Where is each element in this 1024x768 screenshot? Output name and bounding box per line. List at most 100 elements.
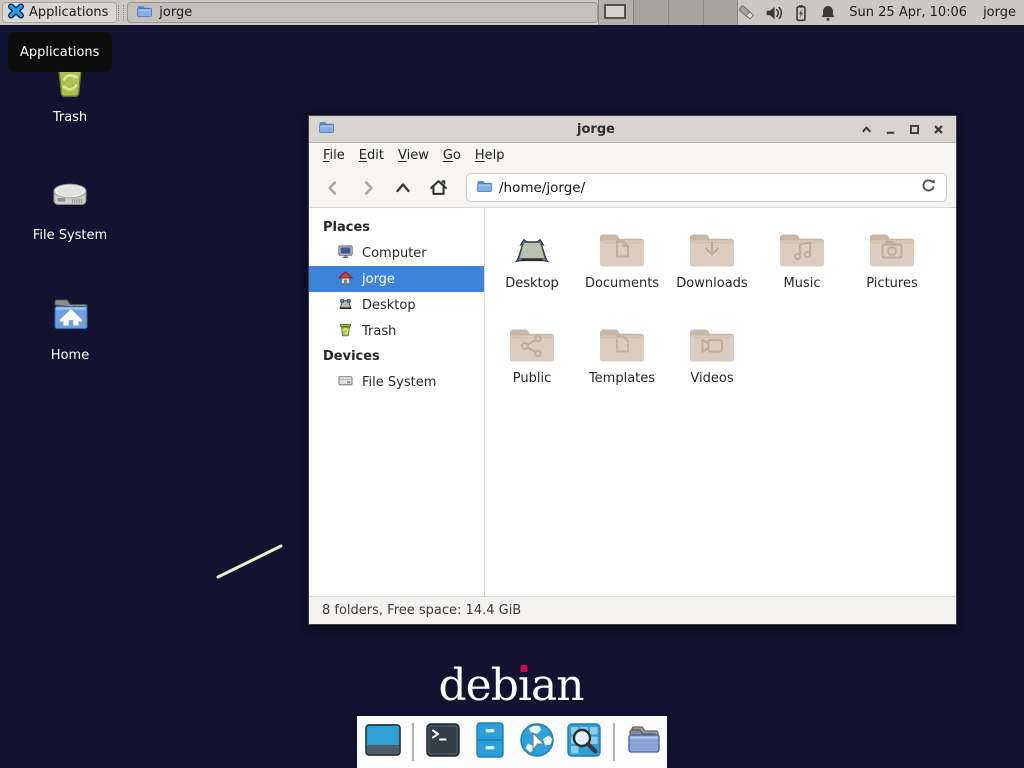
toolbar: /home/jorge/ — [309, 168, 956, 208]
sidebar-item-label: Trash — [362, 324, 396, 339]
template-icon — [598, 321, 646, 367]
home-red-icon — [337, 269, 354, 290]
folder-label: Music — [784, 276, 821, 291]
sidebar-item-file-system[interactable]: File System — [309, 369, 484, 395]
menu-edit[interactable]: Edit — [352, 145, 391, 166]
panel-username[interactable]: jorge — [983, 5, 1024, 20]
battery-icon[interactable] — [792, 4, 810, 22]
shade-button[interactable] — [858, 121, 875, 138]
menu-help[interactable]: Help — [468, 145, 512, 166]
folder-downloads[interactable]: Downloads — [667, 226, 757, 321]
workspace-3[interactable] — [668, 0, 703, 25]
panel-grip[interactable] — [118, 5, 124, 21]
share-icon — [508, 321, 556, 367]
window-body: Places Computer jorge Desktop Trash Devices Fi… — [309, 208, 956, 596]
folder-label: Templates — [589, 371, 655, 386]
folder-videos[interactable]: Videos — [667, 321, 757, 416]
dock-file-manager-button[interactable] — [470, 722, 510, 762]
dock-app-finder-button[interactable] — [564, 722, 604, 762]
window-title: jorge — [334, 122, 858, 137]
dock-show-desktop-button[interactable] — [363, 722, 403, 762]
workspace-4[interactable] — [703, 0, 738, 25]
chevron-right-button[interactable] — [353, 173, 383, 203]
desktop-icon-home[interactable]: Home — [22, 290, 118, 363]
workspace-window-preview — [604, 4, 626, 19]
sidebar-item-jorge[interactable]: jorge — [309, 266, 484, 292]
debian-wordmark: debıan — [0, 660, 1022, 711]
folder-pictures[interactable]: Pictures — [847, 226, 937, 321]
folder-label: Documents — [585, 276, 659, 291]
top-panel: Applications jorge Sun 25 Apr, 10:06 jor… — [0, 0, 1024, 25]
path-folder-icon — [476, 178, 492, 198]
path-text[interactable]: /home/jorge/ — [499, 180, 913, 196]
folder-music[interactable]: Music — [757, 226, 847, 321]
refresh-icon[interactable] — [920, 177, 937, 198]
system-tray — [738, 4, 849, 22]
applications-tooltip: Applications — [8, 32, 112, 72]
folder-desktop[interactable]: Desktop — [487, 226, 577, 321]
folder-documents[interactable]: Documents — [577, 226, 667, 321]
workspace-switcher[interactable] — [598, 0, 738, 25]
status-bar: 8 folders, Free space: 14.4 GiB — [309, 596, 956, 624]
desktop-icon-file-system[interactable]: File System — [22, 170, 118, 243]
dock-terminal-button[interactable] — [423, 722, 463, 762]
file-manager-icon — [470, 720, 510, 764]
camera-icon — [868, 226, 916, 272]
sidebar-item-label: jorge — [362, 272, 395, 287]
workspace-2[interactable] — [633, 0, 668, 25]
desktop-icon-label: Trash — [53, 110, 87, 125]
sidebar-header-devices: Devices — [309, 344, 484, 369]
dock-folder-stack-button[interactable] — [624, 722, 664, 762]
dock-web-browser-button[interactable] — [517, 722, 557, 762]
sidebar-item-desktop[interactable]: Desktop — [309, 292, 484, 318]
desktop-special-icon — [508, 226, 556, 272]
menu-file[interactable]: File — [316, 145, 352, 166]
computer-icon — [337, 243, 354, 264]
home-desktop-icon — [46, 290, 94, 342]
folder-label: Videos — [690, 371, 733, 386]
menu-go[interactable]: Go — [436, 145, 468, 166]
taskbar-window-label: jorge — [159, 5, 192, 20]
terminal-icon — [423, 720, 463, 764]
sidebar-item-trash[interactable]: Trash — [309, 318, 484, 344]
menu-bar: FileEditViewGoHelp — [309, 143, 956, 168]
web-browser-icon — [517, 720, 557, 764]
status-text: 8 folders, Free space: 14.4 GiB — [322, 603, 521, 618]
download-icon — [688, 226, 736, 272]
workspace-1[interactable] — [598, 0, 633, 25]
dock-separator — [613, 723, 615, 761]
stylus-tool-icon[interactable] — [738, 4, 756, 22]
trash-mini-icon — [337, 321, 354, 342]
folder-label: Downloads — [676, 276, 747, 291]
taskbar-window-button[interactable]: jorge — [127, 2, 598, 23]
menu-view[interactable]: View — [391, 145, 436, 166]
folder-label: Public — [513, 371, 551, 386]
dock-separator — [412, 723, 414, 761]
tooltip-text: Applications — [20, 45, 99, 60]
music-icon — [778, 226, 826, 272]
drive-mini-icon — [337, 372, 354, 393]
sidebar-item-label: Computer — [362, 246, 427, 261]
drive-desktop-icon — [46, 170, 94, 222]
arrow-up-button[interactable] — [388, 173, 418, 203]
home-button[interactable] — [423, 173, 453, 203]
applications-menu-button[interactable]: Applications — [2, 2, 117, 23]
panel-clock[interactable]: Sun 25 Apr, 10:06 — [849, 5, 983, 20]
document-icon — [598, 226, 646, 272]
sidebar-item-label: File System — [362, 375, 436, 390]
close-button[interactable] — [930, 121, 947, 138]
sidebar-item-computer[interactable]: Computer — [309, 240, 484, 266]
path-bar[interactable]: /home/jorge/ — [466, 173, 947, 202]
folder-stack-icon — [624, 720, 664, 764]
volume-icon[interactable] — [765, 4, 783, 22]
maximize-button[interactable] — [906, 121, 923, 138]
folder-public[interactable]: Public — [487, 321, 577, 416]
chevron-left-button[interactable] — [318, 173, 348, 203]
dock — [357, 716, 667, 768]
folder-templates[interactable]: Templates — [577, 321, 667, 416]
bell-icon[interactable] — [819, 4, 837, 22]
minimize-button[interactable] — [882, 121, 899, 138]
sidebar-header-places: Places — [309, 215, 484, 240]
window-titlebar[interactable]: jorge — [309, 116, 956, 143]
video-icon — [688, 321, 736, 367]
